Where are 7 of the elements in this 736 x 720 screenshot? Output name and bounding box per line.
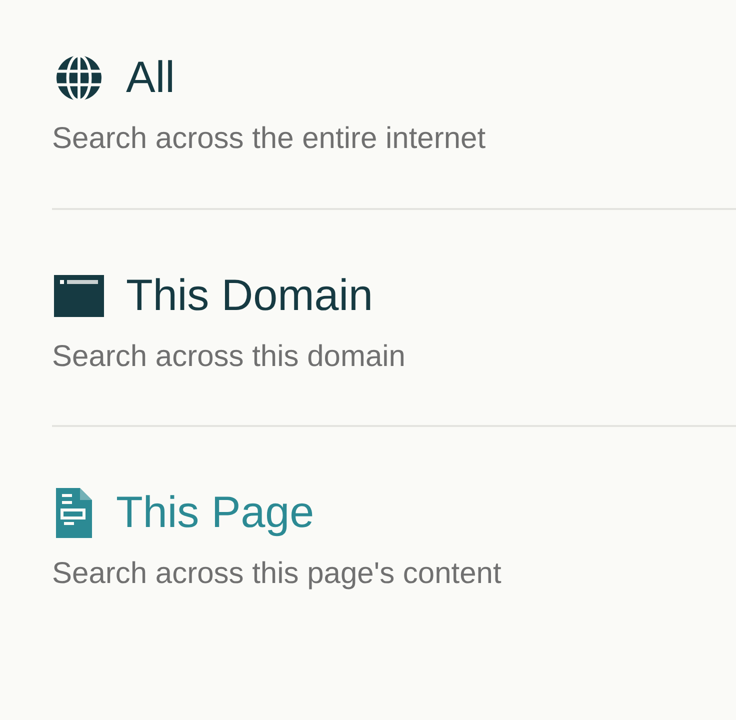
scope-description: Search across this page's content — [52, 556, 502, 592]
scope-title[interactable]: All — [126, 56, 175, 100]
scope-title[interactable]: This Domain — [126, 274, 373, 318]
scope-description: Search across this domain — [52, 338, 406, 374]
scope-description: Search across the entire internet — [52, 121, 487, 157]
window-icon — [52, 272, 106, 318]
scope-title[interactable]: This Page — [116, 491, 314, 535]
